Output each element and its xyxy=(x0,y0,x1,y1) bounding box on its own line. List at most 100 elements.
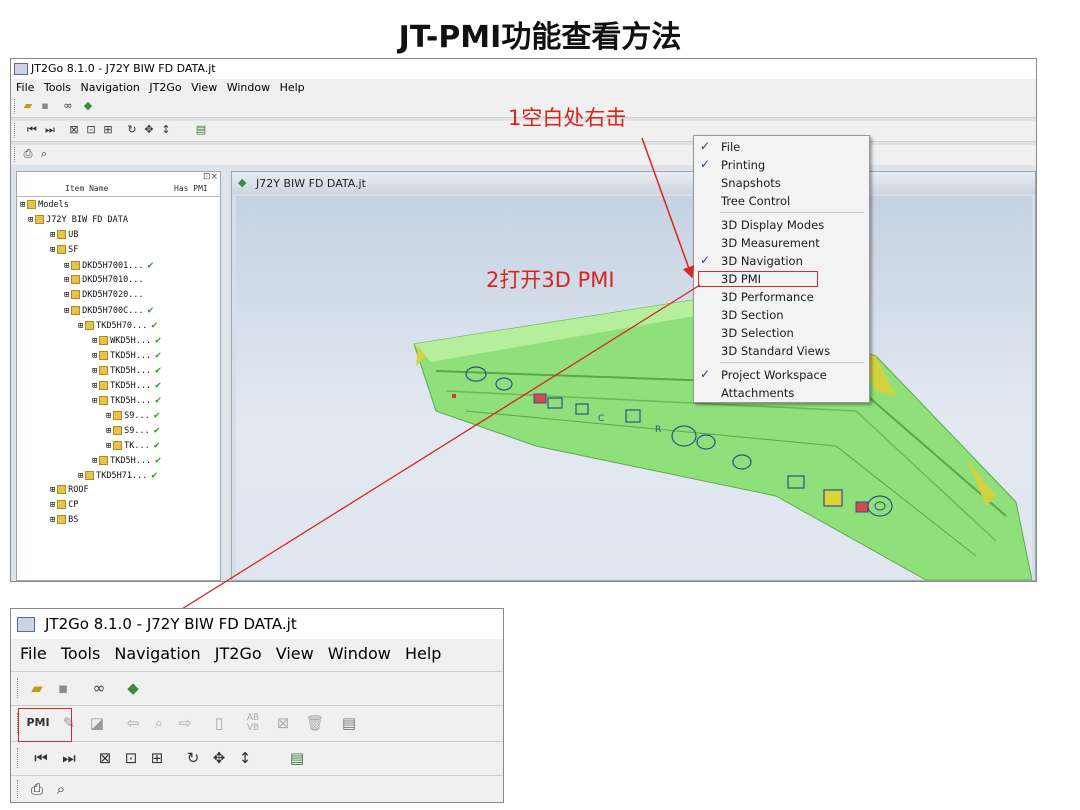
toolbar-grip[interactable] xyxy=(17,780,21,798)
last-icon[interactable]: ⏭ xyxy=(43,123,57,137)
tree-row[interactable]: ⊞ Models xyxy=(20,200,69,210)
tree-row[interactable]: ⊞ TKD5H71... ✔ xyxy=(78,470,157,481)
expand-icon[interactable]: ⊞ xyxy=(106,426,111,436)
menu-navigation[interactable]: Navigation xyxy=(114,644,200,663)
context-menu-item[interactable]: 3D Selection xyxy=(721,326,794,340)
zoom-icon[interactable]: ↕ xyxy=(235,748,255,768)
tree-row[interactable]: ⊞ WKD5H... ✔ xyxy=(92,335,161,346)
tree-row[interactable]: ⊞ DKD5H700C... ✔ xyxy=(64,305,154,316)
tree-row[interactable]: ⊞ ROOF xyxy=(50,485,89,495)
toolbar-grip[interactable] xyxy=(14,147,18,162)
expand-icon[interactable]: ⊞ xyxy=(92,336,97,346)
expand-icon[interactable]: ⊞ xyxy=(92,381,97,391)
rotate-icon[interactable]: ↻ xyxy=(183,748,203,768)
tree-row[interactable]: ⊞ DKD5H7010... xyxy=(64,275,144,285)
expand-icon[interactable]: ⊞ xyxy=(92,456,97,466)
expand-icon[interactable]: ⊞ xyxy=(28,215,33,225)
header-item-name[interactable]: Item Name xyxy=(65,184,108,193)
tree-row[interactable]: ⊞ CP xyxy=(50,500,78,510)
tree-row[interactable]: ⊞ TKD5H... ✔ xyxy=(92,380,161,391)
model-icon[interactable]: ◆ xyxy=(81,99,95,113)
toolbar-grip[interactable] xyxy=(17,678,21,698)
tree-row[interactable]: ⊞ J72Y BIW FD DATA xyxy=(28,215,128,225)
menu-file[interactable]: File xyxy=(16,81,34,94)
binoculars-icon[interactable]: ∞ xyxy=(89,678,109,698)
menu-navigation[interactable]: Navigation xyxy=(81,81,140,94)
menu-help[interactable]: Help xyxy=(405,644,441,663)
expand-icon[interactable]: ⊞ xyxy=(64,261,69,271)
first-icon[interactable]: ⏮ xyxy=(31,748,51,768)
menu-view[interactable]: View xyxy=(276,644,314,663)
tree-row[interactable]: ⊞ S9... ✔ xyxy=(106,410,160,421)
expand-icon[interactable]: ⊞ xyxy=(92,366,97,376)
panel-close-icon[interactable]: ⊡× xyxy=(203,172,218,182)
toolbar-grip[interactable] xyxy=(14,123,18,138)
context-menu-item[interactable]: 3D Navigation xyxy=(721,254,803,268)
save-icon[interactable]: ▪ xyxy=(53,678,73,698)
expand-icon[interactable]: ⊞ xyxy=(50,500,55,510)
menu-view[interactable]: View xyxy=(191,81,217,94)
pan-icon[interactable]: ✥ xyxy=(142,123,156,137)
zoom-box-icon[interactable]: ⊞ xyxy=(147,748,167,768)
fit-icon[interactable]: ⊠ xyxy=(67,123,81,137)
arrow-left-icon[interactable]: ⇦ xyxy=(123,713,143,733)
tree-row[interactable]: ⊞ DKD5H7001... ✔ xyxy=(64,260,154,271)
context-menu-item[interactable]: Printing xyxy=(721,158,765,172)
toolbar-grip[interactable] xyxy=(14,99,18,114)
toolbar-grip[interactable] xyxy=(17,748,21,768)
first-icon[interactable]: ⏮ xyxy=(25,123,39,137)
expand-icon[interactable]: ⊞ xyxy=(64,290,69,300)
expand-icon[interactable]: ⊞ xyxy=(50,230,55,240)
expand-icon[interactable]: ⊞ xyxy=(64,275,69,285)
tree-row[interactable]: ⊞ DKD5H7020... xyxy=(64,290,144,300)
list-icon[interactable]: ▤ xyxy=(339,713,359,733)
print-icon[interactable]: ⎙ xyxy=(21,147,35,161)
pmi-view-icon[interactable]: ▯ xyxy=(209,713,229,733)
expand-icon[interactable]: ⊞ xyxy=(50,515,55,525)
context-menu-item[interactable]: 3D Standard Views xyxy=(721,344,830,358)
tree-row[interactable]: ⊞ SF xyxy=(50,245,78,255)
expand-icon[interactable]: ⊞ xyxy=(92,396,97,406)
expand-icon[interactable]: ⊞ xyxy=(78,471,83,481)
expand-icon[interactable]: ⊞ xyxy=(50,485,55,495)
pmi-filter-icon[interactable]: ◪ xyxy=(87,713,107,733)
menu-tools[interactable]: Tools xyxy=(44,81,71,94)
zoom-area-icon[interactable]: ⊡ xyxy=(121,748,141,768)
context-menu-item[interactable]: 3D Display Modes xyxy=(721,218,824,232)
context-menu-item[interactable]: Tree Control xyxy=(721,194,790,208)
tree-row[interactable]: ⊞ BS xyxy=(50,515,78,525)
tree-row[interactable]: ⊞ TKD5H70... ✔ xyxy=(78,320,157,331)
context-menu-item[interactable]: Snapshots xyxy=(721,176,781,190)
tree-row[interactable]: ⊞ TKD5H... ✔ xyxy=(92,395,161,406)
print-preview-icon[interactable]: ⌕ xyxy=(37,147,51,161)
expand-icon[interactable]: ⊞ xyxy=(106,411,111,421)
menu-window[interactable]: Window xyxy=(328,644,391,663)
menu-tools[interactable]: Tools xyxy=(61,644,100,663)
zoom-icon[interactable]: ↕ xyxy=(159,123,173,137)
binoculars-icon[interactable]: ∞ xyxy=(61,99,75,113)
context-menu-item[interactable]: 3D Section xyxy=(721,308,784,322)
menu-file[interactable]: File xyxy=(20,644,47,663)
print-icon[interactable]: ⎙ xyxy=(27,779,47,799)
grid-icon[interactable]: ⊠ xyxy=(273,713,293,733)
tree-row[interactable]: ⊞ TK... ✔ xyxy=(106,440,160,451)
menu-jt2go[interactable]: JT2Go xyxy=(215,644,262,663)
expand-icon[interactable]: ⊞ xyxy=(92,351,97,361)
expand-icon[interactable]: ⊞ xyxy=(20,200,25,210)
context-menu-item[interactable]: Attachments xyxy=(721,386,794,400)
tree-row[interactable]: ⊞ TKD5H... ✔ xyxy=(92,365,161,376)
zoom-pmi-icon[interactable]: ⌕ xyxy=(149,713,169,733)
zoom-area-icon[interactable]: ⊡ xyxy=(84,123,98,137)
tree-row[interactable]: ⊞ S9... ✔ xyxy=(106,425,160,436)
header-has-pmi[interactable]: Has PMI xyxy=(174,184,208,193)
text-icon[interactable]: AB VB xyxy=(243,713,263,733)
context-menu-item[interactable]: 3D Performance xyxy=(721,290,814,304)
arrow-right-icon[interactable]: ⇨ xyxy=(175,713,195,733)
expand-icon[interactable]: ⊞ xyxy=(78,321,83,331)
expand-icon[interactable]: ⊞ xyxy=(50,245,55,255)
context-menu-item[interactable]: 3D Measurement xyxy=(721,236,820,250)
tree-row[interactable]: ⊞ UB xyxy=(50,230,78,240)
3d-canvas[interactable]: C R xyxy=(236,196,1032,580)
display-icon[interactable]: ▤ xyxy=(287,748,307,768)
open-icon[interactable]: ▰ xyxy=(21,99,35,113)
